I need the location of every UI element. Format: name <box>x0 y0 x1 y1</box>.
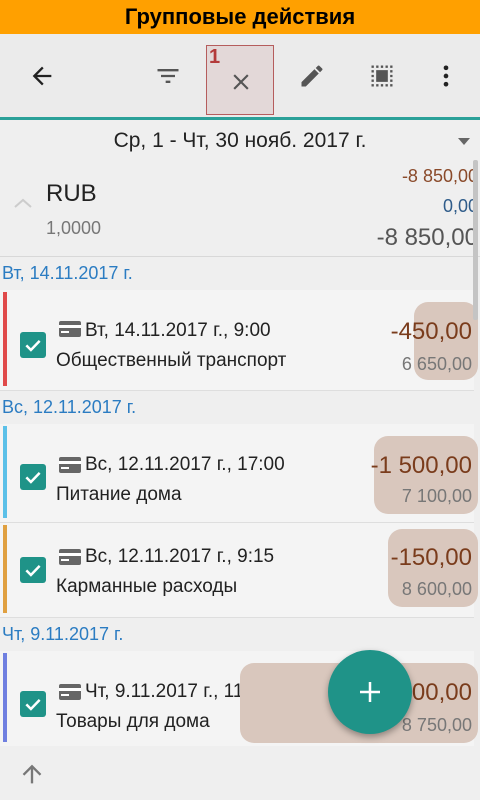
transaction-category: Общественный транспорт <box>56 350 287 371</box>
row-checkbox[interactable] <box>20 557 46 583</box>
period-label: Ср, 1 - Чт, 30 нояб. 2017 г. <box>113 129 367 152</box>
currency-rate: 1,0000 <box>46 218 102 238</box>
close-icon <box>233 74 249 90</box>
currency-code: RUB <box>46 180 97 207</box>
currency-total: -8 850,00 <box>376 224 478 251</box>
select-all-button[interactable] <box>358 52 406 100</box>
transaction-row[interactable]: Вс, 12.11.2017 г., 9:15 Карманные расход… <box>0 523 478 618</box>
deselect-button[interactable]: 1 <box>206 45 274 115</box>
row-checkbox[interactable] <box>20 691 46 717</box>
card-icon <box>59 457 81 473</box>
transaction-amount: -150,00 <box>390 544 472 571</box>
more-options-button[interactable] <box>422 52 470 100</box>
row-checkbox[interactable] <box>20 464 46 490</box>
select-all-icon <box>371 65 393 87</box>
running-balance: 8 750,00 <box>401 715 472 735</box>
running-balance: 6 650,00 <box>401 354 472 374</box>
check-icon <box>25 698 41 711</box>
transaction-datetime: Вс, 12.11.2017 г., 9:15 <box>85 546 275 567</box>
transaction-row[interactable]: Вт, 14.11.2017 г., 9:00 Общественный тра… <box>0 290 478 391</box>
check-icon <box>25 471 41 484</box>
transaction-row[interactable]: Вс, 12.11.2017 г., 17:00 Питание дома -1… <box>0 424 478 523</box>
back-button[interactable] <box>18 52 66 100</box>
chevron-up-icon <box>12 196 34 215</box>
date-group-header: Чт, 9.11.2017 г. <box>2 624 124 644</box>
group-actions-banner: Групповые действия <box>0 0 480 34</box>
edit-button[interactable] <box>288 52 336 100</box>
date-group-header: Вт, 14.11.2017 г. <box>2 263 133 283</box>
scrollbar[interactable] <box>473 160 478 320</box>
date-group-header: Вс, 12.11.2017 г. <box>2 397 137 417</box>
add-transaction-fab[interactable] <box>328 650 412 734</box>
category-color-bar <box>3 653 7 742</box>
period-selector[interactable]: Ср, 1 - Чт, 30 нояб. 2017 г. <box>0 122 480 160</box>
transaction-category: Питание дома <box>56 484 182 505</box>
card-icon <box>59 684 81 700</box>
currency-expense: -8 850,00 <box>401 166 478 186</box>
category-color-bar <box>3 292 7 386</box>
category-color-bar <box>3 525 7 613</box>
running-balance: 7 100,00 <box>401 486 472 506</box>
card-icon <box>59 549 81 565</box>
transaction-category: Товары для дома <box>56 711 210 732</box>
transaction-amount: -450,00 <box>390 318 472 345</box>
check-icon <box>25 564 41 577</box>
transaction-category: Карманные расходы <box>56 576 238 597</box>
back-arrow-icon <box>32 66 52 86</box>
edit-icon <box>301 65 323 87</box>
scroll-to-top-button[interactable] <box>14 756 50 792</box>
bottom-bar <box>0 746 480 800</box>
dropdown-arrow-icon <box>458 138 470 145</box>
check-icon <box>25 339 41 352</box>
running-balance: 8 600,00 <box>401 579 472 599</box>
transaction-amount: -1 500,00 <box>370 452 472 479</box>
filter-icon <box>157 69 179 83</box>
row-checkbox[interactable] <box>20 332 46 358</box>
currency-summary[interactable]: RUB 1,0000 -8 850,00 0,00 -8 850,00 <box>0 160 480 257</box>
category-color-bar <box>3 426 7 518</box>
arrow-up-icon <box>22 764 42 784</box>
card-icon <box>59 321 81 337</box>
more-vert-icon <box>443 65 449 87</box>
transaction-datetime: Вт, 14.11.2017 г., 9:00 <box>85 320 271 341</box>
filter-button[interactable] <box>144 52 192 100</box>
plus-icon <box>360 682 380 702</box>
transaction-datetime: Вс, 12.11.2017 г., 17:00 <box>85 454 285 475</box>
toolbar-divider <box>0 117 480 120</box>
action-toolbar: 1 <box>0 34 480 120</box>
